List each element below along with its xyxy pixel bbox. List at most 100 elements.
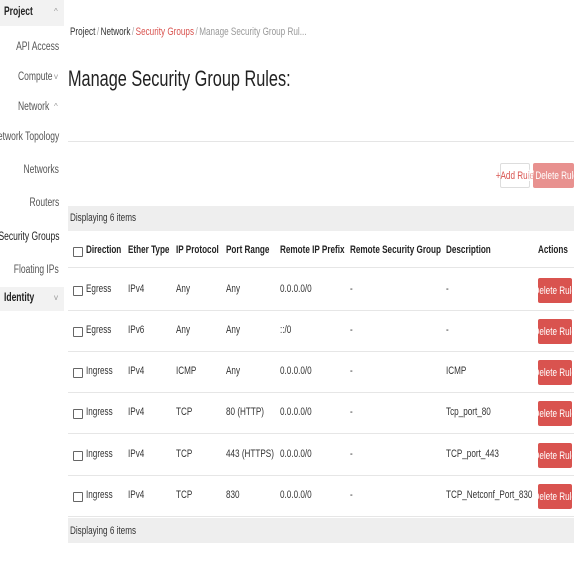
cell-ether-type: IPv4: [128, 365, 145, 377]
row-checkbox[interactable]: [73, 286, 83, 296]
table-count-bottom-text: Displaying 6 items: [70, 525, 137, 537]
delete-rule-button[interactable]: Delete Rule: [534, 360, 576, 385]
sidebar-item-floating-ips[interactable]: Floating IPs: [0, 264, 59, 276]
cell-port-range: 830: [226, 489, 240, 501]
cell-direction: Ingress: [86, 448, 113, 460]
row-checkbox[interactable]: [73, 327, 83, 337]
delete-rule-button[interactable]: Delete Rule: [534, 319, 576, 344]
sidebar: Project ^ API Access Compute v Network ^…: [0, 0, 64, 576]
cell-port-range: Any: [226, 365, 241, 377]
cell-port-range: 80 (HTTP): [226, 406, 264, 418]
cell-description: -: [446, 324, 449, 336]
row-checkbox[interactable]: [73, 492, 83, 502]
cell-ether-type: IPv4: [128, 283, 145, 295]
breadcrumb-security-groups[interactable]: Security Groups: [136, 26, 194, 38]
cell-remote-security-group: -: [350, 489, 353, 501]
cell-direction: Ingress: [86, 489, 113, 501]
cell-direction: Ingress: [86, 365, 113, 377]
sidebar-item-network-topology-label: Network Topology: [0, 131, 59, 143]
delete-rules-button[interactable]: 🗑︎Delete Rules: [525, 163, 576, 188]
column-header-description[interactable]: Description: [446, 244, 507, 256]
cell-port-range: Any: [226, 283, 241, 295]
chevron-up-icon: ^: [54, 7, 58, 16]
divider: [68, 141, 574, 142]
sidebar-item-networks[interactable]: Networks: [11, 164, 59, 176]
column-header-port-range[interactable]: Port Range: [226, 244, 285, 256]
cell-description: TCP_port_443: [446, 448, 499, 460]
cell-remote-ip-prefix: 0.0.0.0/0: [280, 365, 312, 377]
cell-direction: Ingress: [86, 406, 113, 418]
cell-ether-type: IPv4: [128, 406, 145, 418]
chevron-down-icon: v: [54, 293, 58, 302]
delete-rule-button[interactable]: Delete Rule: [534, 278, 576, 303]
cell-port-range: Any: [226, 324, 241, 336]
sidebar-item-security-groups-label: Security Groups: [0, 231, 59, 243]
breadcrumb-current: Manage Security Group Rul...: [199, 26, 307, 38]
cell-remote-ip-prefix: 0.0.0.0/0: [280, 406, 312, 418]
cell-description: -: [446, 283, 449, 295]
column-header-actions: Actions: [538, 244, 568, 256]
cell-ip-protocol: Any: [176, 324, 191, 336]
cell-ether-type: IPv4: [128, 489, 145, 501]
sidebar-item-network-label: Network: [18, 101, 50, 113]
cell-description: Tcp_port_80: [446, 406, 491, 418]
delete-rules-label: Delete Rules: [535, 170, 576, 182]
cell-ip-protocol: Any: [176, 283, 191, 295]
table-count-bottom: Displaying 6 items: [70, 525, 159, 537]
sidebar-item-project-label: Project: [4, 6, 33, 18]
cell-ip-protocol: TCP: [176, 489, 193, 501]
chevron-down-icon: v: [54, 72, 58, 81]
row-checkbox[interactable]: [73, 368, 83, 378]
cell-direction: Egress: [86, 324, 112, 336]
cell-remote-ip-prefix: 0.0.0.0/0: [280, 283, 312, 295]
breadcrumb: Project/Network/Security Groups/Manage S…: [70, 26, 307, 38]
cell-remote-security-group: -: [350, 324, 353, 336]
cell-ip-protocol: ICMP: [176, 365, 197, 377]
cell-ip-protocol: TCP: [176, 406, 193, 418]
sidebar-item-floating-ips-label: Floating IPs: [14, 264, 59, 276]
chevron-up-icon: ^: [54, 102, 58, 111]
cell-remote-security-group: -: [350, 448, 353, 460]
sidebar-item-api-access[interactable]: API Access: [1, 41, 59, 53]
row-divider: [68, 516, 574, 517]
delete-rule-button[interactable]: Delete Rule: [534, 401, 576, 426]
cell-remote-security-group: -: [350, 283, 353, 295]
sidebar-item-routers-label: Routers: [29, 197, 59, 209]
row-checkbox[interactable]: [73, 451, 83, 461]
header-divider: [68, 267, 574, 268]
trash-icon: 🗑︎: [525, 170, 536, 182]
cell-ip-protocol: TCP: [176, 448, 193, 460]
page-title: Manage Security Group Rules:: [68, 66, 369, 92]
cell-ether-type: IPv6: [128, 324, 145, 336]
cell-remote-security-group: -: [350, 365, 353, 377]
sidebar-item-network-topology[interactable]: Network Topology: [0, 131, 59, 143]
breadcrumb-network[interactable]: Network: [101, 26, 131, 38]
row-divider: [68, 392, 574, 393]
table-count-top-text: Displaying 6 items: [70, 212, 137, 224]
sidebar-item-security-groups[interactable]: Security Groups: [0, 231, 59, 243]
sidebar-item-networks-label: Networks: [23, 164, 59, 176]
select-all-checkbox[interactable]: [73, 247, 83, 257]
sidebar-item-project[interactable]: Project: [4, 6, 43, 18]
sidebar-item-identity[interactable]: Identity: [4, 292, 45, 304]
row-divider: [68, 433, 574, 434]
column-header-direction[interactable]: Direction: [86, 244, 134, 256]
delete-rule-button[interactable]: Delete Rule: [534, 484, 576, 509]
cell-remote-ip-prefix: 0.0.0.0/0: [280, 448, 312, 460]
row-divider: [68, 310, 574, 311]
sidebar-item-identity-label: Identity: [4, 292, 35, 304]
cell-description: ICMP: [446, 365, 467, 377]
cell-remote-ip-prefix: ::/0: [280, 324, 292, 336]
sidebar-item-routers[interactable]: Routers: [19, 197, 59, 209]
breadcrumb-project[interactable]: Project: [70, 26, 95, 38]
row-divider: [68, 351, 574, 352]
cell-remote-security-group: -: [350, 406, 353, 418]
delete-rule-button[interactable]: Delete Rule: [534, 443, 576, 468]
cell-ether-type: IPv4: [128, 448, 145, 460]
row-checkbox[interactable]: [73, 409, 83, 419]
row-divider: [68, 475, 574, 476]
cell-remote-ip-prefix: 0.0.0.0/0: [280, 489, 312, 501]
table-count-top: Displaying 6 items: [70, 212, 159, 224]
cell-direction: Egress: [86, 283, 112, 295]
sidebar-item-api-access-label: API Access: [15, 41, 59, 53]
